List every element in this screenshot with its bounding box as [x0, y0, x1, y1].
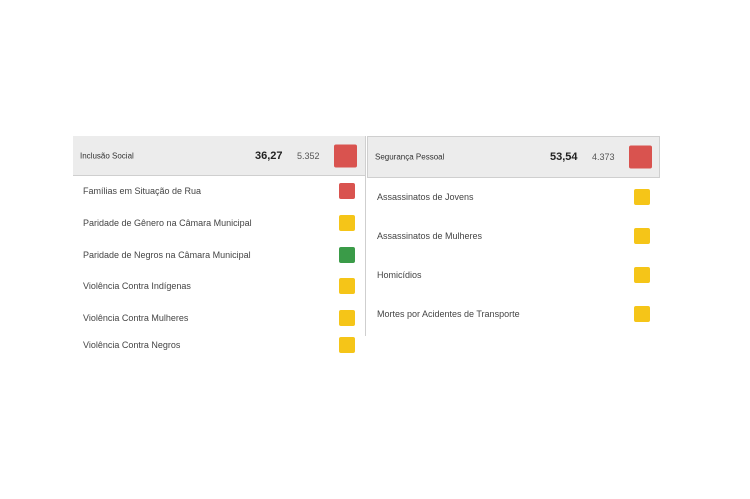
seguranca-pessoal-panel: Segurança Pessoal 53,54 4.373 Assassinat…: [367, 136, 660, 336]
indicator-row[interactable]: Mortes por Acidentes de Transporte: [367, 304, 660, 324]
panel-score: 36,27: [255, 149, 283, 162]
indicator-label: Assassinatos de Mulheres: [377, 231, 483, 241]
indicator-label: Paridade de Negros na Câmara Municipal: [83, 250, 251, 260]
indicator-row[interactable]: Assassinatos de Mulheres: [367, 226, 660, 246]
seguranca-pessoal-header[interactable]: Segurança Pessoal 53,54 4.373: [367, 136, 660, 178]
panel-score: 53,54: [550, 151, 578, 163]
status-indicator: [339, 337, 355, 353]
status-indicator: [634, 228, 650, 244]
status-indicator: [629, 145, 652, 169]
indicator-row[interactable]: Violência Contra Negros: [73, 335, 365, 355]
indicator-row[interactable]: Paridade de Gênero na Câmara Municipal: [73, 213, 365, 233]
indicator-label: Paridade de Gênero na Câmara Municipal: [83, 218, 252, 228]
indicator-row[interactable]: Violência Contra Mulheres: [73, 308, 365, 328]
indicator-label: Assassinatos de Jovens: [377, 192, 474, 202]
panel-title: Inclusão Social: [80, 151, 134, 160]
indicator-label: Famílias em Situação de Rua: [83, 186, 202, 196]
status-indicator: [339, 215, 355, 231]
status-indicator: [339, 278, 355, 294]
inclusao-social-header[interactable]: Inclusão Social 36,27 5.352: [73, 136, 365, 176]
status-indicator: [334, 144, 357, 167]
indicator-row[interactable]: Paridade de Negros na Câmara Municipal: [73, 245, 365, 265]
status-indicator: [339, 310, 355, 326]
indicator-row[interactable]: Homicídios: [367, 265, 660, 285]
panel-title: Segurança Pessoal: [375, 152, 445, 162]
indicator-row[interactable]: Famílias em Situação de Rua: [73, 181, 365, 201]
indicator-label: Violência Contra Mulheres: [83, 313, 189, 323]
indicator-label: Violência Contra Indígenas: [83, 281, 191, 291]
status-indicator: [339, 183, 355, 199]
indicator-label: Mortes por Acidentes de Transporte: [377, 309, 520, 319]
panel-count: 5.352: [297, 150, 320, 161]
panel-count: 4.373: [592, 152, 615, 162]
inclusao-social-panel: Inclusão Social 36,27 5.352 Famílias em …: [73, 136, 366, 353]
indicator-label: Homicídios: [377, 270, 422, 280]
indicator-label: Violência Contra Negros: [83, 340, 181, 350]
status-indicator: [634, 306, 650, 322]
status-indicator: [339, 247, 355, 263]
indicator-row[interactable]: Violência Contra Indígenas: [73, 276, 365, 296]
status-indicator: [634, 189, 650, 205]
indicator-row[interactable]: Assassinatos de Jovens: [367, 187, 660, 207]
status-indicator: [634, 267, 650, 283]
